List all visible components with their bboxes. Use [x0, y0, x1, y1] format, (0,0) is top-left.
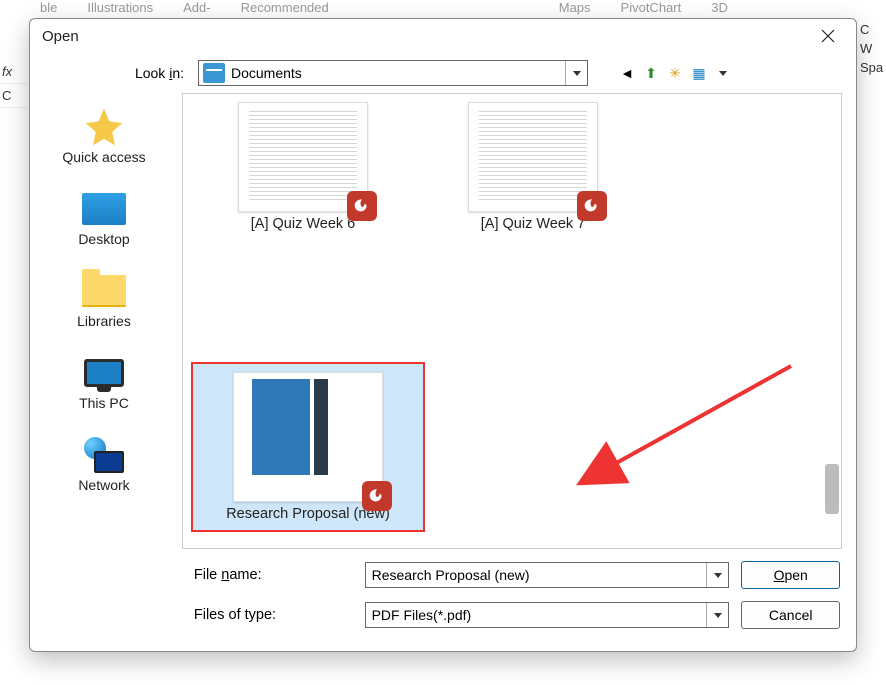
bg-left: fxC	[0, 60, 28, 108]
network-icon	[84, 437, 124, 473]
up-icon[interactable]: ⬆	[642, 64, 660, 82]
filetype-value: PDF Files(*.pdf)	[366, 607, 707, 623]
places-bar: Quick access Desktop Libraries This PC N…	[30, 93, 178, 549]
file-label: [A] Quiz Week 7	[481, 216, 586, 232]
lookin-row: Look in: Documents ◄ ⬆ ✳ ▦	[30, 53, 856, 93]
close-button[interactable]	[808, 22, 848, 50]
pdf-thumbnail	[233, 372, 383, 502]
file-label: [A] Quiz Week 6	[251, 216, 356, 232]
place-quick-access[interactable]: Quick access	[30, 99, 178, 181]
filename-value: Research Proposal (new)	[366, 567, 707, 583]
place-label: Network	[78, 477, 129, 493]
new-folder-icon[interactable]: ✳	[666, 64, 684, 82]
pdf-icon	[347, 191, 377, 221]
desktop-icon	[82, 193, 126, 225]
folder-icon	[203, 63, 225, 83]
chevron-down-icon	[706, 603, 728, 627]
file-item[interactable]: [A] Quiz Week 6	[193, 98, 413, 236]
lookin-value: Documents	[229, 65, 565, 81]
lookin-toolbar: ◄ ⬆ ✳ ▦	[618, 64, 732, 82]
dialog-title: Open	[42, 28, 808, 45]
monitor-icon	[84, 359, 124, 387]
folder-icon	[82, 275, 126, 307]
pdf-icon	[362, 481, 392, 511]
open-dialog: Open Look in: Documents ◄ ⬆ ✳ ▦ Quick ac…	[29, 18, 857, 652]
place-label: Libraries	[77, 313, 131, 329]
file-item[interactable]: [A] Quiz Week 7	[423, 98, 643, 236]
lookin-label: Look in:	[30, 65, 190, 81]
scrollbar-thumb[interactable]	[825, 464, 839, 514]
place-label: This PC	[79, 395, 129, 411]
chevron-down-icon	[706, 563, 728, 587]
filename-input[interactable]: Research Proposal (new)	[365, 562, 730, 588]
pdf-icon	[577, 191, 607, 221]
bg-ribbon: bleIllustrationsAdd-RecommendedMapsPivot…	[0, 0, 886, 20]
star-icon	[80, 107, 128, 147]
place-desktop[interactable]: Desktop	[30, 181, 178, 263]
place-this-pc[interactable]: This PC	[30, 345, 178, 427]
lookin-combo[interactable]: Documents	[198, 60, 588, 86]
bg-right: CWSpa	[858, 20, 886, 77]
cancel-button[interactable]: Cancel	[741, 601, 840, 629]
filetype-label: Files of type:	[190, 607, 353, 623]
place-network[interactable]: Network	[30, 427, 178, 509]
views-icon[interactable]: ▦	[690, 64, 708, 82]
file-pane: [A] Quiz Week 6 [A] Quiz Week 7 Research…	[182, 93, 842, 549]
chevron-down-icon[interactable]	[714, 64, 732, 82]
open-button[interactable]: Open	[741, 561, 840, 589]
bottom-form: File name: Research Proposal (new) Open …	[30, 549, 856, 651]
pdf-thumbnail	[238, 102, 368, 212]
file-item-selected[interactable]: Research Proposal (new)	[193, 364, 423, 530]
place-libraries[interactable]: Libraries	[30, 263, 178, 345]
filetype-select[interactable]: PDF Files(*.pdf)	[365, 602, 730, 628]
chevron-down-icon	[565, 61, 587, 85]
close-icon	[821, 29, 835, 43]
place-label: Quick access	[62, 149, 145, 165]
place-label: Desktop	[78, 231, 129, 247]
filename-label: File name:	[190, 567, 353, 583]
back-icon[interactable]: ◄	[618, 64, 636, 82]
pdf-thumbnail	[468, 102, 598, 212]
titlebar: Open	[30, 19, 856, 53]
